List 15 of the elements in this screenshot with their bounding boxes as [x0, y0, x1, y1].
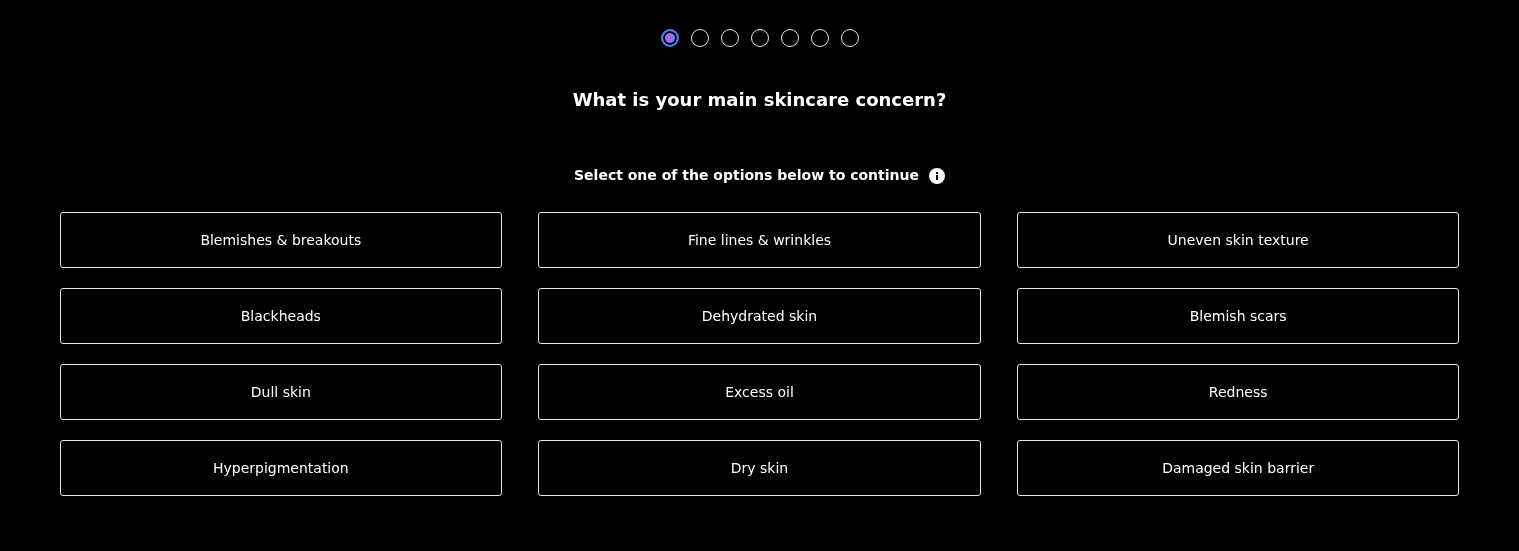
- option-button[interactable]: Damaged skin barrier: [1016, 440, 1460, 496]
- option-button[interactable]: Uneven skin texture: [1016, 212, 1460, 268]
- question-title: What is your main skincare concern?: [572, 88, 947, 112]
- option-button[interactable]: Blackheads: [59, 288, 503, 344]
- instruction-text: Select one of the options below to continue: [574, 166, 919, 185]
- option-button[interactable]: Blemishes & breakouts: [59, 212, 503, 268]
- option-button[interactable]: Hyperpigmentation: [59, 440, 503, 496]
- option-button[interactable]: Blemish scars: [1016, 288, 1460, 344]
- option-button[interactable]: Dull skin: [59, 364, 503, 420]
- option-button[interactable]: Dry skin: [538, 440, 981, 496]
- option-button[interactable]: Fine lines & wrinkles: [538, 212, 981, 268]
- info-icon[interactable]: [929, 167, 945, 184]
- option-button[interactable]: Redness: [1016, 364, 1460, 420]
- option-button[interactable]: Dehydrated skin: [538, 288, 981, 344]
- option-button[interactable]: Excess oil: [538, 364, 981, 420]
